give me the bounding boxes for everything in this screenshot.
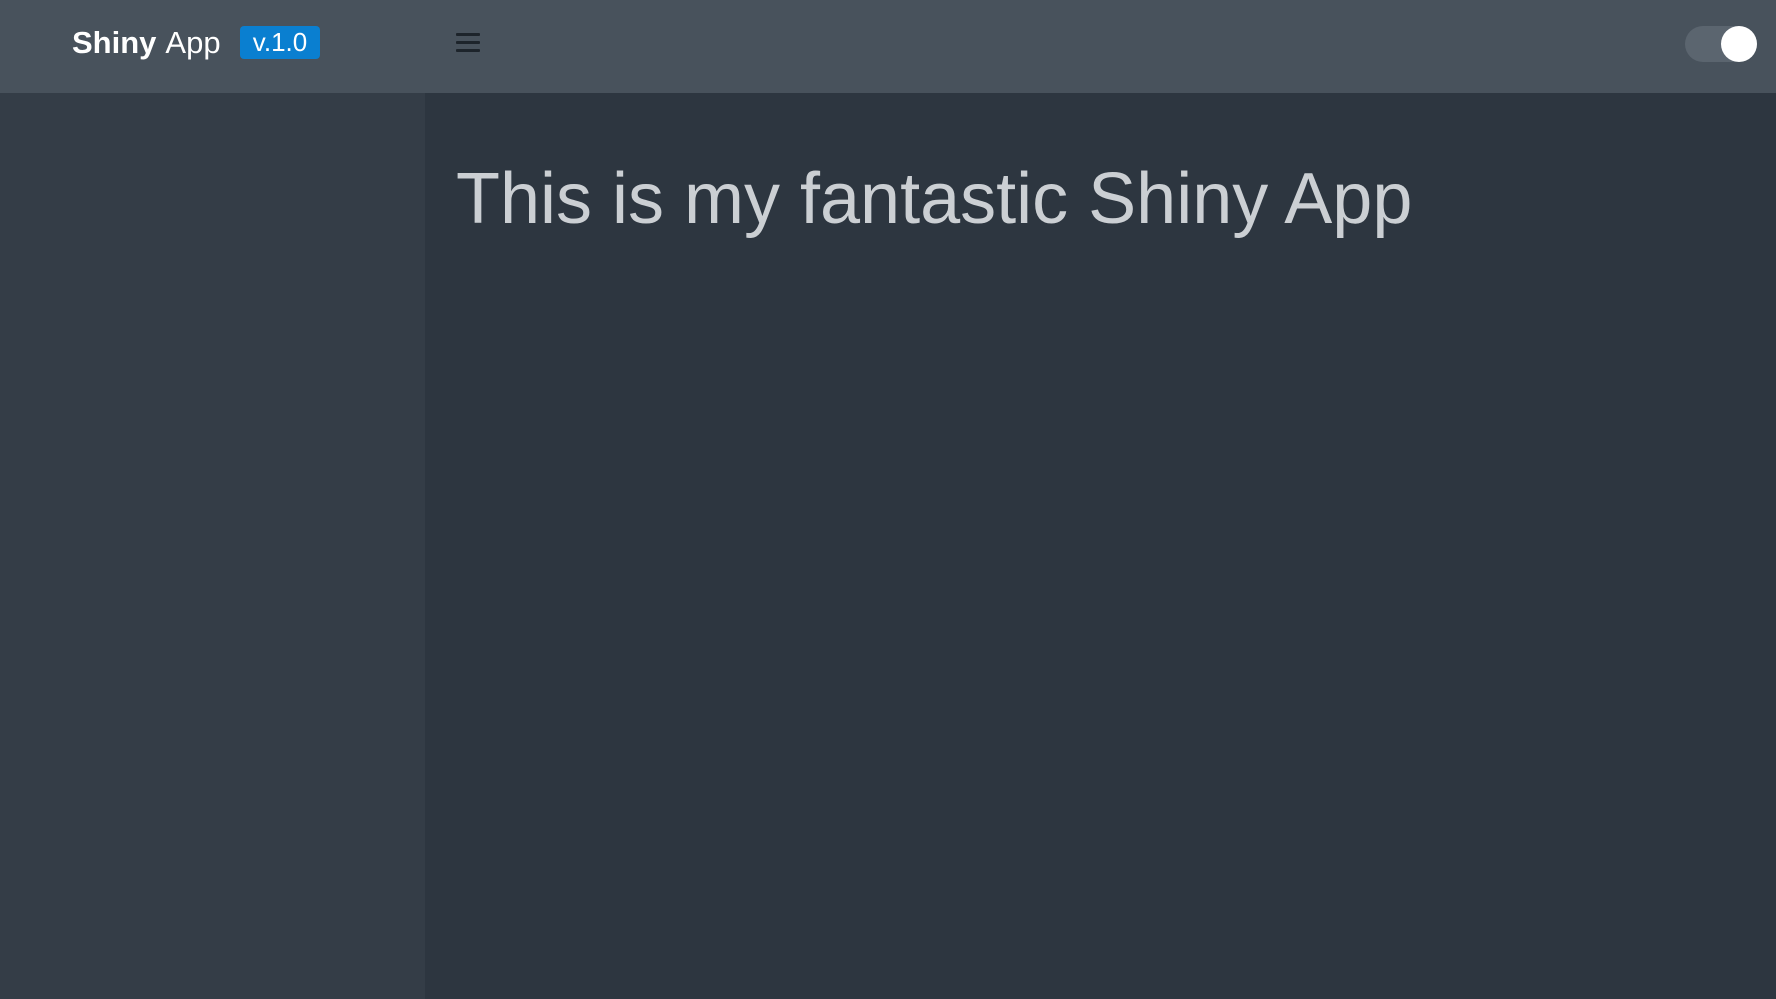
top-navbar: Shiny App v.1.0 [0,0,1776,93]
version-badge: v.1.0 [240,26,320,59]
hamburger-icon[interactable] [452,28,484,58]
main-content: This is my fantastic Shiny App [425,93,1776,999]
theme-toggle-switch[interactable] [1685,26,1757,62]
brand-name-normal: App [165,25,221,60]
page-title: This is my fantastic Shiny App [456,159,1413,239]
toggle-knob [1721,26,1757,62]
sidebar [0,93,425,999]
app-brand[interactable]: Shiny App [72,22,221,64]
brand-name-bold: Shiny [72,25,157,60]
